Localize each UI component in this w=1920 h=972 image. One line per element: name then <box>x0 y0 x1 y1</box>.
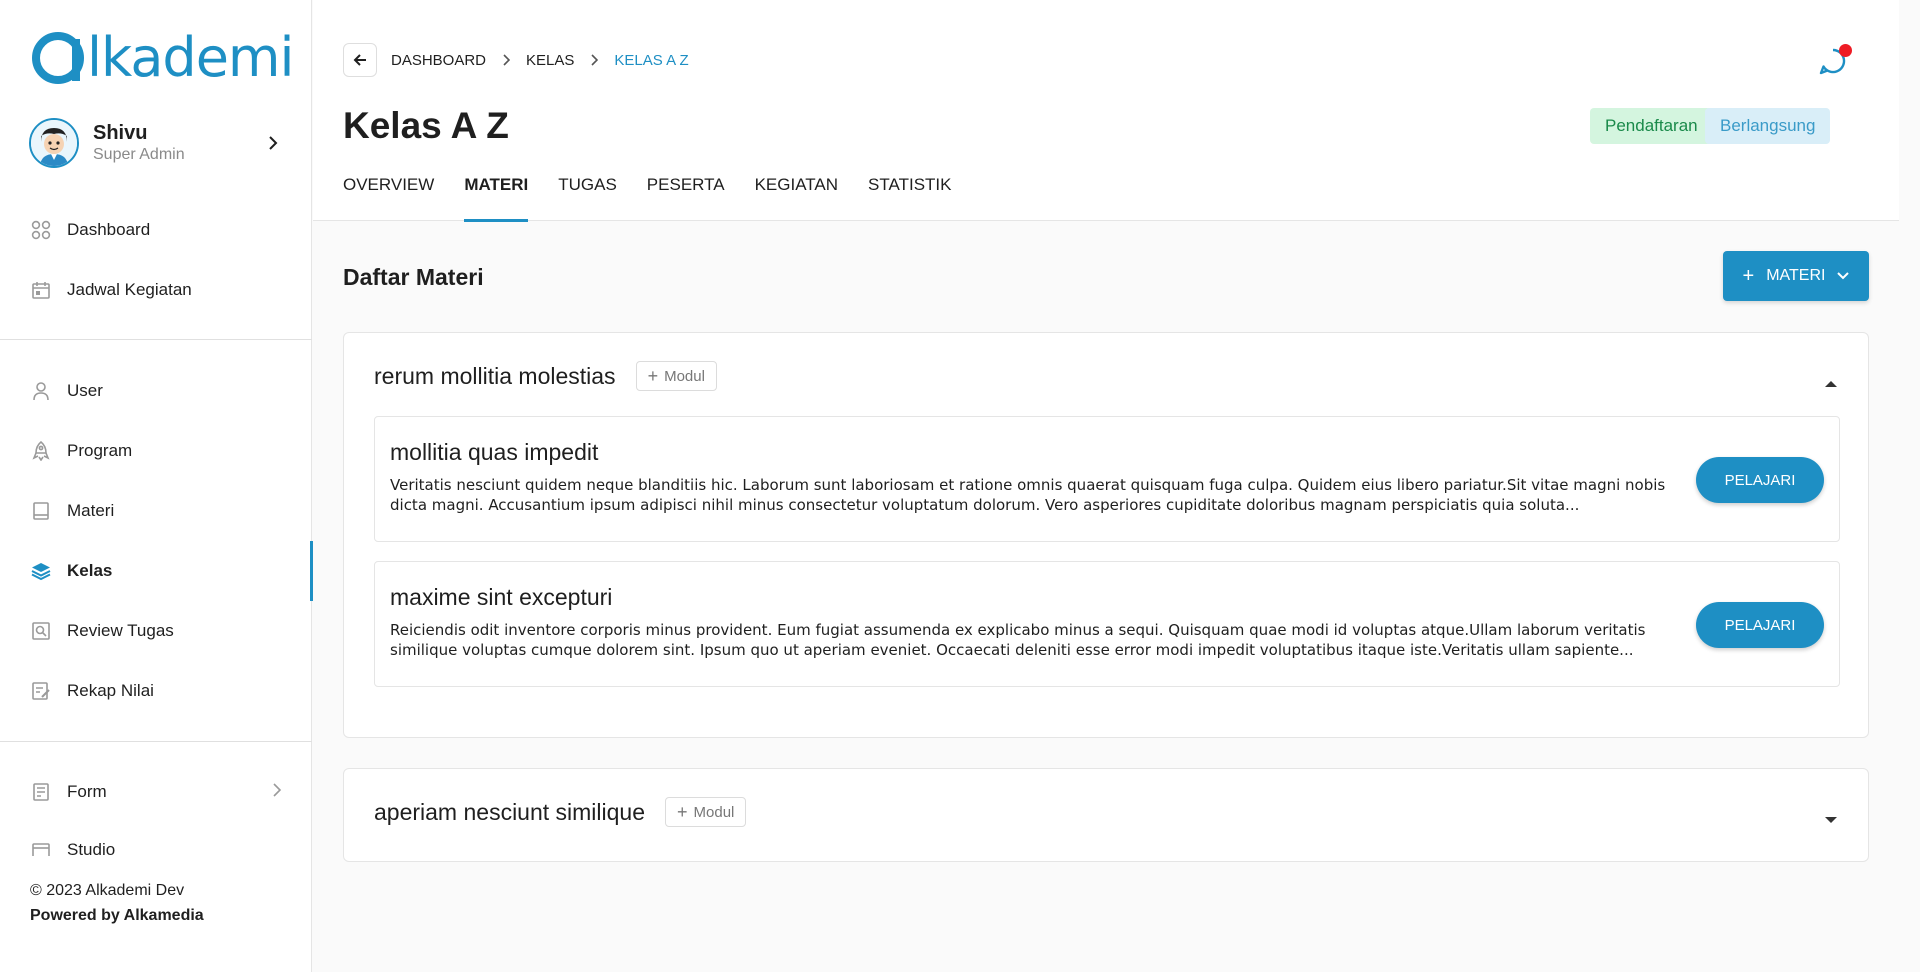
arrow-left-icon <box>353 54 366 66</box>
sidebar-item-studio[interactable]: Studio <box>0 828 312 856</box>
chevron-right-icon <box>590 54 599 66</box>
plus-icon: + <box>677 801 688 822</box>
powered-by-text: Powered by Alkamedia <box>30 907 204 924</box>
sidebar-item-materi[interactable]: Materi <box>0 489 312 533</box>
sidebar-item-label: Rekap Nilai <box>67 681 154 700</box>
tab-statistik[interactable]: STATISTIK <box>868 170 951 221</box>
module-header: aperiam nesciunt similique + Modul <box>374 797 747 827</box>
status-badge-pendaftaran: Pendaftaran <box>1590 108 1713 144</box>
plus-icon: + <box>1742 264 1755 287</box>
chat-button[interactable] <box>1818 44 1852 78</box>
sidebar-item-label: User <box>67 381 103 400</box>
lesson-description: Veritatis nesciunt quidem neque blanditi… <box>390 476 1666 514</box>
add-modul-label: Modul <box>664 367 705 385</box>
sidebar-item-review-tugas[interactable]: Review Tugas <box>0 609 312 653</box>
form-icon <box>30 781 52 803</box>
breadcrumb-current: KELAS A Z <box>614 51 689 69</box>
module-card: aperiam nesciunt similique + Modul <box>343 768 1869 862</box>
sidebar-divider <box>0 339 312 340</box>
tab-overview[interactable]: OVERVIEW <box>343 170 434 221</box>
dashboard-icon <box>30 219 52 241</box>
section-title: Daftar Materi <box>343 264 484 290</box>
chevron-right-icon <box>272 782 282 802</box>
add-modul-button[interactable]: + Modul <box>665 797 747 827</box>
lesson-title: maxime sint excepturi <box>390 584 613 610</box>
breadcrumb: DASHBOARD KELAS KELAS A Z <box>391 49 689 71</box>
sidebar-item-kelas[interactable]: Kelas <box>0 541 313 601</box>
notification-dot <box>1839 44 1852 57</box>
sidebar-item-label: Materi <box>67 501 115 520</box>
breadcrumb-dashboard[interactable]: DASHBOARD <box>391 52 486 69</box>
avatar <box>29 118 79 168</box>
page-title: Kelas A Z <box>343 105 509 146</box>
grade-icon <box>30 680 52 702</box>
user-role: Super Admin <box>93 146 185 163</box>
tab-tugas[interactable]: TUGAS <box>558 170 617 221</box>
sidebar-footer: © 2023 Alkademi Dev Powered by Alkamedia <box>30 878 300 928</box>
sidebar-item-jadwal-kegiatan[interactable]: Jadwal Kegiatan <box>0 268 312 312</box>
lesson-card: mollitia quas impedit Veritatis nesciunt… <box>374 416 1840 542</box>
alkademi-logo[interactable]: lkademi <box>29 26 295 89</box>
tab-materi[interactable]: MATERI <box>464 170 528 222</box>
user-profile-card[interactable]: Shivu Super Admin <box>29 118 283 168</box>
review-icon <box>30 620 52 642</box>
book-icon <box>30 500 52 522</box>
add-materi-button[interactable]: + MATERI <box>1723 251 1869 301</box>
lesson-description: Reiciendis odit inventore corporis minus… <box>390 621 1646 659</box>
tab-peserta[interactable]: PESERTA <box>647 170 725 221</box>
copyright-text: © 2023 Alkademi Dev <box>30 882 185 899</box>
user-name: Shivu <box>93 122 148 144</box>
module-title: rerum mollitia molestias <box>374 363 616 389</box>
pelajari-button[interactable]: PELAJARI <box>1696 602 1824 648</box>
sidebar-item-program[interactable]: Program <box>0 429 312 473</box>
plus-icon: + <box>647 365 659 386</box>
sidebar-item-rekap-nilai[interactable]: Rekap Nilai <box>0 669 312 713</box>
logo-text: lkademi <box>87 26 295 89</box>
layers-icon <box>30 560 52 582</box>
pelajari-button[interactable]: PELAJARI <box>1696 457 1824 503</box>
add-modul-label: Modul <box>693 803 735 821</box>
sidebar: lkademi Shivu Super Admin Dashboard Jadw… <box>0 0 313 972</box>
sidebar-divider <box>0 741 312 742</box>
logo-a-icon <box>32 32 84 84</box>
studio-icon <box>30 840 52 856</box>
chevron-down-icon <box>1837 272 1850 280</box>
tab-bar: OVERVIEW MATERI TUGAS PESERTA KEGIATAN S… <box>343 170 981 222</box>
add-materi-label: MATERI <box>1766 267 1826 284</box>
chevron-right-icon <box>263 133 283 153</box>
main-content: DASHBOARD KELAS KELAS A Z Kelas A Z Pend… <box>313 0 1920 972</box>
tab-kegiatan[interactable]: KEGIATAN <box>755 170 838 221</box>
sidebar-item-label: Studio <box>67 840 116 856</box>
module-header: rerum mollitia molestias + Modul <box>374 361 717 391</box>
caret-up-icon[interactable] <box>1824 375 1838 393</box>
lesson-card: maxime sint excepturi Reiciendis odit in… <box>374 561 1840 687</box>
add-modul-button[interactable]: + Modul <box>635 361 717 391</box>
sidebar-item-dashboard[interactable]: Dashboard <box>0 208 312 252</box>
sidebar-item-label: Kelas <box>67 561 113 580</box>
breadcrumb-kelas[interactable]: KELAS <box>526 52 574 69</box>
sidebar-item-user[interactable]: User <box>0 369 312 413</box>
sidebar-item-label: Jadwal Kegiatan <box>67 280 192 299</box>
user-icon <box>30 380 52 402</box>
sidebar-item-form[interactable]: Form <box>0 770 312 814</box>
calendar-icon <box>30 279 52 301</box>
page-header: DASHBOARD KELAS KELAS A Z Kelas A Z Pend… <box>313 0 1899 222</box>
chevron-right-icon <box>502 54 511 66</box>
module-title: aperiam nesciunt similique <box>374 799 646 825</box>
back-button[interactable] <box>343 43 377 77</box>
status-badge-berlangsung: Berlangsung <box>1705 108 1831 144</box>
sidebar-item-label: Program <box>67 441 133 460</box>
rocket-icon <box>30 440 52 462</box>
user-info: Shivu Super Admin <box>93 121 263 165</box>
module-card: rerum mollitia molestias + Modul mollitia… <box>343 332 1869 738</box>
sidebar-item-label: Dashboard <box>67 220 151 239</box>
sidebar-item-label: Form <box>67 782 107 801</box>
lesson-title: mollitia quas impedit <box>390 439 599 465</box>
caret-down-icon[interactable] <box>1824 811 1838 829</box>
sidebar-item-label: Review Tugas <box>67 621 174 640</box>
